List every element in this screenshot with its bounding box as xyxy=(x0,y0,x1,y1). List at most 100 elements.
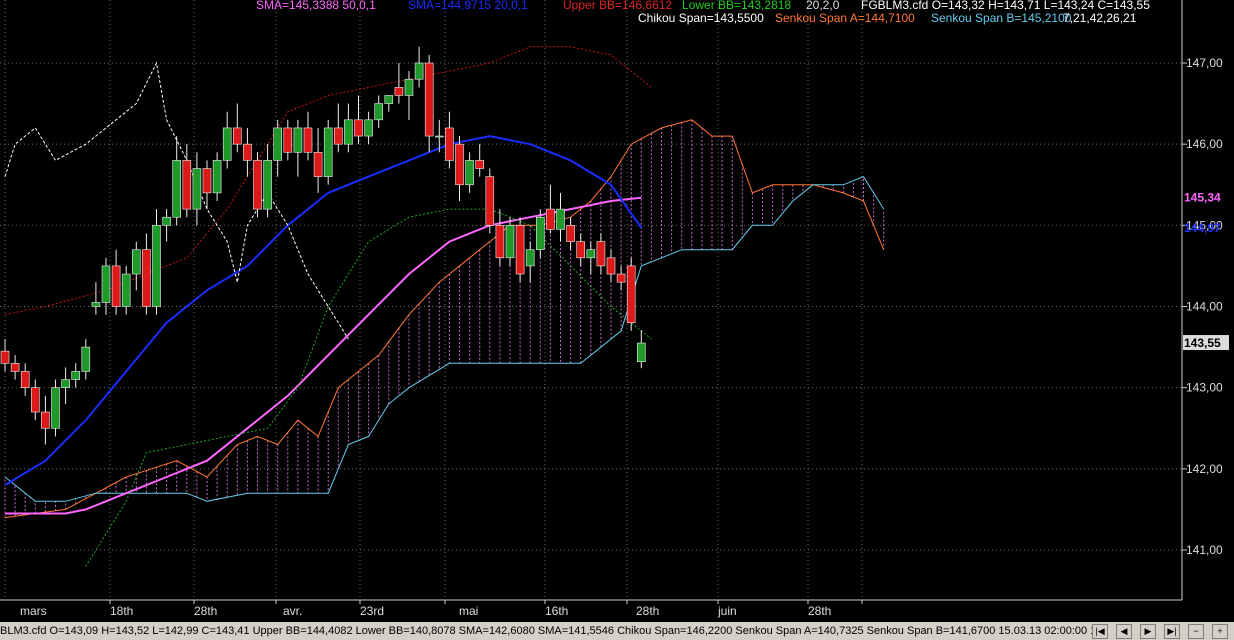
scroll-left-icon[interactable]: ◀ xyxy=(1116,624,1132,639)
time-label: mars xyxy=(20,604,47,618)
price-label: 146,00 xyxy=(1186,137,1223,151)
candle-body xyxy=(162,216,171,226)
time-label: mai xyxy=(459,604,478,618)
candle-body xyxy=(323,127,333,177)
last-price-marker: 144,97 xyxy=(1184,221,1221,235)
candle-body xyxy=(576,241,586,259)
price-label: 144,00 xyxy=(1186,300,1223,314)
header-sma20: SMA=144,9715 20,0,1 xyxy=(408,0,528,12)
candle-body xyxy=(404,78,414,96)
candle-body xyxy=(111,265,121,307)
candle-body xyxy=(535,216,545,250)
time-label: juin xyxy=(717,604,737,618)
candle-body xyxy=(525,249,535,267)
candle-body xyxy=(91,302,101,307)
price-axis: 147,00146,00145,00144,00143,00142,00141,… xyxy=(1182,56,1229,557)
candle-body xyxy=(596,241,606,267)
candle-body xyxy=(41,411,50,429)
candle-body xyxy=(71,371,80,380)
price-label: 147,00 xyxy=(1186,56,1223,70)
candle-body xyxy=(455,143,464,186)
time-label: 18th xyxy=(110,604,133,618)
candle-body xyxy=(394,87,404,96)
candle-body xyxy=(263,160,272,210)
candle-body xyxy=(636,342,646,363)
chart-canvas[interactable]: 147,00146,00145,00144,00143,00142,00141,… xyxy=(0,0,1234,640)
candle-body xyxy=(0,350,10,364)
candle-body xyxy=(354,119,363,137)
candle-body xyxy=(374,103,384,121)
header-chikou: Chikou Span=143,5500 xyxy=(638,11,764,25)
candle-body xyxy=(192,168,202,210)
time-label: 28th xyxy=(808,604,831,618)
candle-body xyxy=(414,62,424,80)
price-label: 143,00 xyxy=(1186,381,1223,395)
candle-body xyxy=(212,160,222,194)
header-senkou-b: Senkou Span B=145,2100 xyxy=(931,11,1072,25)
candle-body xyxy=(465,160,474,186)
candle-body xyxy=(202,168,212,194)
candle-body xyxy=(313,151,323,177)
candle-body xyxy=(344,119,353,145)
zoom-in-icon[interactable]: + xyxy=(1212,624,1228,639)
candle-body xyxy=(485,176,495,226)
candle-body xyxy=(142,249,151,307)
scroll-first-icon[interactable]: |◀ xyxy=(1092,624,1108,639)
candle-body xyxy=(132,249,141,275)
candle-body xyxy=(253,160,262,210)
header-ichimoku-params: 7,21,42,26,21 xyxy=(1063,11,1137,25)
candle-body xyxy=(515,225,525,275)
candle-body xyxy=(505,225,515,259)
status-text: BLM3.cfd O=143,09 H=143,52 L=142,99 C=14… xyxy=(0,625,1097,637)
zoom-out-icon[interactable]: − xyxy=(1188,624,1204,639)
grid-lines xyxy=(0,0,1183,601)
candle-body xyxy=(445,127,454,161)
time-label: 28th xyxy=(636,604,659,618)
sma50-line xyxy=(5,196,642,515)
candle-body xyxy=(303,127,313,153)
candlesticks xyxy=(0,46,646,445)
candle-body xyxy=(546,208,555,230)
status-bar: BLM3.cfd O=143,09 H=143,52 L=142,99 C=14… xyxy=(0,622,1234,640)
time-label: avr. xyxy=(283,604,302,618)
candle-body xyxy=(101,265,111,303)
candle-body xyxy=(556,208,565,230)
candle-body xyxy=(121,273,131,307)
candle-body xyxy=(10,363,20,372)
candle-body xyxy=(626,265,636,324)
time-label: 28th xyxy=(194,604,217,618)
candle-body xyxy=(30,387,40,413)
price-label: 142,00 xyxy=(1186,462,1223,476)
header-sma50: SMA=145,3388 50,0,1 xyxy=(256,0,376,12)
candle-body xyxy=(424,62,434,137)
candle-body xyxy=(51,387,60,429)
candle-body xyxy=(182,160,192,210)
sma20-line xyxy=(4,135,643,486)
candle-body xyxy=(172,160,181,218)
header-senkou-a: Senkou Span A=144,7100 xyxy=(775,11,915,25)
candle-body xyxy=(283,127,293,153)
price-label: 141,00 xyxy=(1186,543,1223,557)
time-label: 16th xyxy=(545,604,568,618)
candle-body xyxy=(293,127,303,153)
candle-body xyxy=(586,249,596,259)
candle-body xyxy=(273,127,283,161)
ichimoku-cloud xyxy=(4,119,885,518)
candle-body xyxy=(495,225,505,259)
scroll-right-icon[interactable]: ▶ xyxy=(1140,624,1156,639)
time-label: 23rd xyxy=(360,604,384,618)
candle-body xyxy=(222,127,232,161)
candle-body xyxy=(384,95,394,104)
candle-body xyxy=(333,127,343,145)
scroll-last-icon[interactable]: ▶| xyxy=(1164,624,1180,639)
candle-body xyxy=(152,225,161,307)
candle-body xyxy=(61,379,70,388)
candle-body xyxy=(616,273,626,283)
candle-body xyxy=(81,346,91,372)
candle-body xyxy=(364,119,373,137)
senkou-span-a-line xyxy=(4,119,885,519)
candle-body xyxy=(434,135,444,138)
candle-body xyxy=(243,143,252,161)
candle-body xyxy=(20,371,30,388)
close-price-marker: 143,55 xyxy=(1184,336,1221,350)
